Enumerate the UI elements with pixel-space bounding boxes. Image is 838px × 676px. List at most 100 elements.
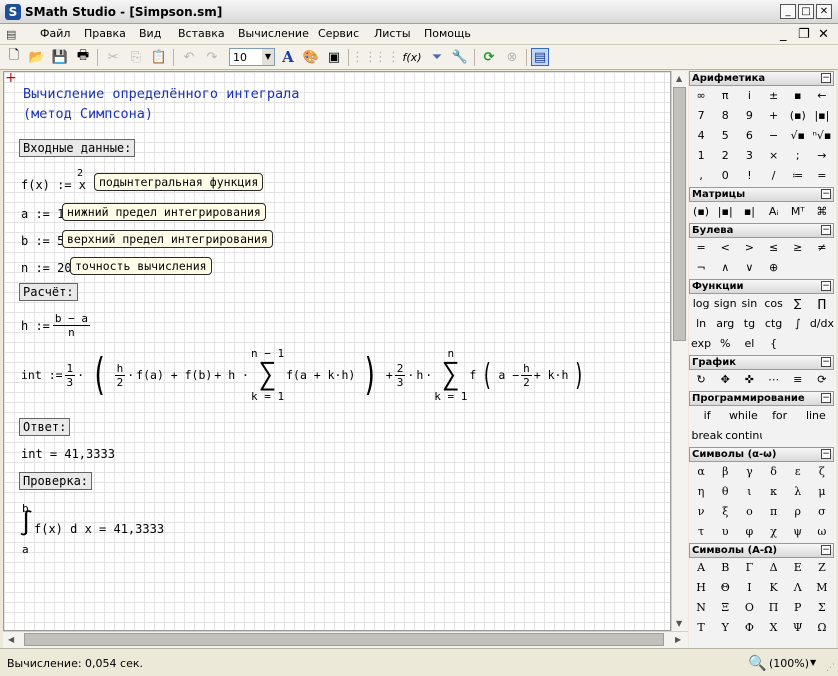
collapse-icon[interactable]: − (821, 545, 831, 555)
panel-header-greek-upper[interactable]: Символы (Α-Ω) − (689, 543, 834, 558)
graph-button[interactable]: ⟳ (810, 370, 834, 390)
graph-button[interactable]: ✥ (713, 370, 737, 390)
collapse-icon[interactable]: − (821, 73, 831, 83)
functions-button[interactable]: sign (713, 294, 737, 314)
arith-button[interactable]: + (761, 106, 785, 126)
copy-icon[interactable]: ⎘ (127, 48, 145, 66)
arith-button[interactable]: (▪) (786, 106, 810, 126)
greek-lower-button[interactable]: ω (810, 522, 834, 542)
collapse-icon[interactable]: − (821, 449, 831, 459)
functions-button[interactable]: { (761, 334, 785, 354)
answer-value[interactable]: int = 41,3333 (21, 447, 115, 461)
menu-file[interactable]: Файл (40, 27, 70, 40)
greek-upper-button[interactable]: Σ (810, 598, 834, 618)
maximize-button[interactable]: □ (798, 4, 814, 19)
doc-close-button[interactable]: ✕ (818, 27, 829, 42)
stop-icon[interactable]: ⊗ (503, 48, 521, 66)
greek-upper-button[interactable]: Ω (810, 618, 834, 638)
greek-upper-button[interactable]: Ι (737, 578, 761, 598)
boolean-button[interactable]: = (689, 238, 713, 258)
doc-restore-button[interactable]: ❐ (798, 27, 810, 42)
greek-lower-button[interactable]: ξ (713, 502, 737, 522)
boolean-button[interactable]: ≤ (761, 238, 785, 258)
graph-button[interactable]: ≡ (786, 370, 810, 390)
functions-button[interactable]: d/dx (810, 314, 834, 334)
programming-button[interactable]: continue (725, 426, 761, 446)
functions-button[interactable]: cos (761, 294, 785, 314)
int-definition[interactable]: int := 13 · ( h2 · f(a) + f(b) + h · n −… (21, 347, 588, 403)
color-palette-icon[interactable]: 🎨 (302, 48, 320, 66)
redo-icon[interactable]: ↷ (203, 48, 221, 66)
cut-icon[interactable]: ✂ (104, 48, 122, 66)
greek-upper-button[interactable]: Ζ (810, 558, 834, 578)
arith-button[interactable]: ± (761, 86, 785, 106)
arith-button[interactable]: 6 (737, 126, 761, 146)
greek-upper-button[interactable]: Ρ (786, 598, 810, 618)
greek-lower-button[interactable]: ψ (786, 522, 810, 542)
input-section-header[interactable]: Входные данные: (19, 139, 136, 157)
graph-button[interactable]: ⋯ (761, 370, 785, 390)
functions-button[interactable]: log (689, 294, 713, 314)
greek-upper-button[interactable]: Μ (810, 578, 834, 598)
boolean-button[interactable]: < (713, 238, 737, 258)
arith-button[interactable]: 2 (713, 146, 737, 166)
panel-header-boolean[interactable]: Булева − (689, 223, 834, 238)
panel-header-greek-lower[interactable]: Символы (α-ω) − (689, 447, 834, 462)
programming-button[interactable]: line (798, 406, 834, 426)
functions-button[interactable]: ln (689, 314, 713, 334)
graph-button[interactable]: ✜ (737, 370, 761, 390)
chevron-down-icon[interactable]: ▼ (810, 658, 816, 667)
boolean-button[interactable]: ∧ (713, 258, 737, 278)
arith-button[interactable]: ! (737, 166, 761, 186)
boolean-button[interactable]: ⊕ (761, 258, 785, 278)
arith-button[interactable]: 1 (689, 146, 713, 166)
greek-lower-button[interactable]: ι (737, 482, 761, 502)
matrices-button[interactable]: ▪| (737, 202, 761, 222)
greek-lower-button[interactable]: ζ (810, 462, 834, 482)
arith-button[interactable]: ; (786, 146, 810, 166)
functions-button[interactable]: sin (737, 294, 761, 314)
scroll-right-icon[interactable]: ▶ (675, 635, 681, 644)
text-style-icon[interactable]: A (279, 48, 297, 66)
integral-check[interactable]: f(x) d x = 41,3333 (34, 522, 164, 536)
functions-button[interactable]: tg (737, 314, 761, 334)
greek-upper-button[interactable]: Υ (713, 618, 737, 638)
horizontal-scroll-thumb[interactable] (24, 633, 664, 646)
answer-section-header[interactable]: Ответ: (19, 418, 71, 436)
panel-header-arithmetic[interactable]: Арифметика − (689, 71, 834, 86)
close-button[interactable]: ✕ (816, 4, 832, 19)
arith-button[interactable]: ⁿ√▪ (810, 126, 834, 146)
a-comment[interactable]: нижний предел интегрирования (62, 203, 266, 221)
align-icon[interactable]: ⋮⋮ (374, 48, 400, 66)
greek-lower-button[interactable]: α (689, 462, 713, 482)
programming-button[interactable]: for (762, 406, 798, 426)
worksheet[interactable]: + Вычисление определённого интеграла (ме… (3, 71, 671, 631)
greek-upper-button[interactable]: Α (689, 558, 713, 578)
greek-upper-button[interactable]: Ν (689, 598, 713, 618)
panel-header-matrices[interactable]: Матрицы − (689, 187, 834, 202)
greek-upper-button[interactable]: Ο (737, 598, 761, 618)
greek-upper-button[interactable]: Ψ (786, 618, 810, 638)
arith-button[interactable]: 5 (713, 126, 737, 146)
functions-button[interactable]: ∏ (810, 294, 834, 314)
new-file-icon[interactable]: 🗋 (5, 48, 23, 66)
greek-upper-button[interactable]: Δ (761, 558, 785, 578)
arith-button[interactable]: 7 (689, 106, 713, 126)
a-definition[interactable]: a := 1 (21, 207, 64, 221)
heading-line-2[interactable]: (метод Симпсона) (23, 106, 153, 122)
n-comment[interactable]: точность вычисления (70, 257, 212, 275)
collapse-icon[interactable]: − (821, 281, 831, 291)
collapse-icon[interactable]: − (821, 393, 831, 403)
save-icon[interactable]: 💾 (51, 48, 69, 66)
boolean-button[interactable]: > (737, 238, 761, 258)
greek-upper-button[interactable]: Χ (761, 618, 785, 638)
greek-upper-button[interactable]: Ξ (713, 598, 737, 618)
programming-button[interactable]: while (725, 406, 761, 426)
arith-button[interactable]: 4 (689, 126, 713, 146)
greek-lower-button[interactable]: χ (761, 522, 785, 542)
f-comment[interactable]: подынтегральная функция (94, 173, 264, 191)
greek-lower-button[interactable]: λ (786, 482, 810, 502)
paste-icon[interactable]: 📋 (150, 48, 168, 66)
function-icon[interactable]: f(x) (403, 48, 422, 66)
greek-upper-button[interactable]: Η (689, 578, 713, 598)
